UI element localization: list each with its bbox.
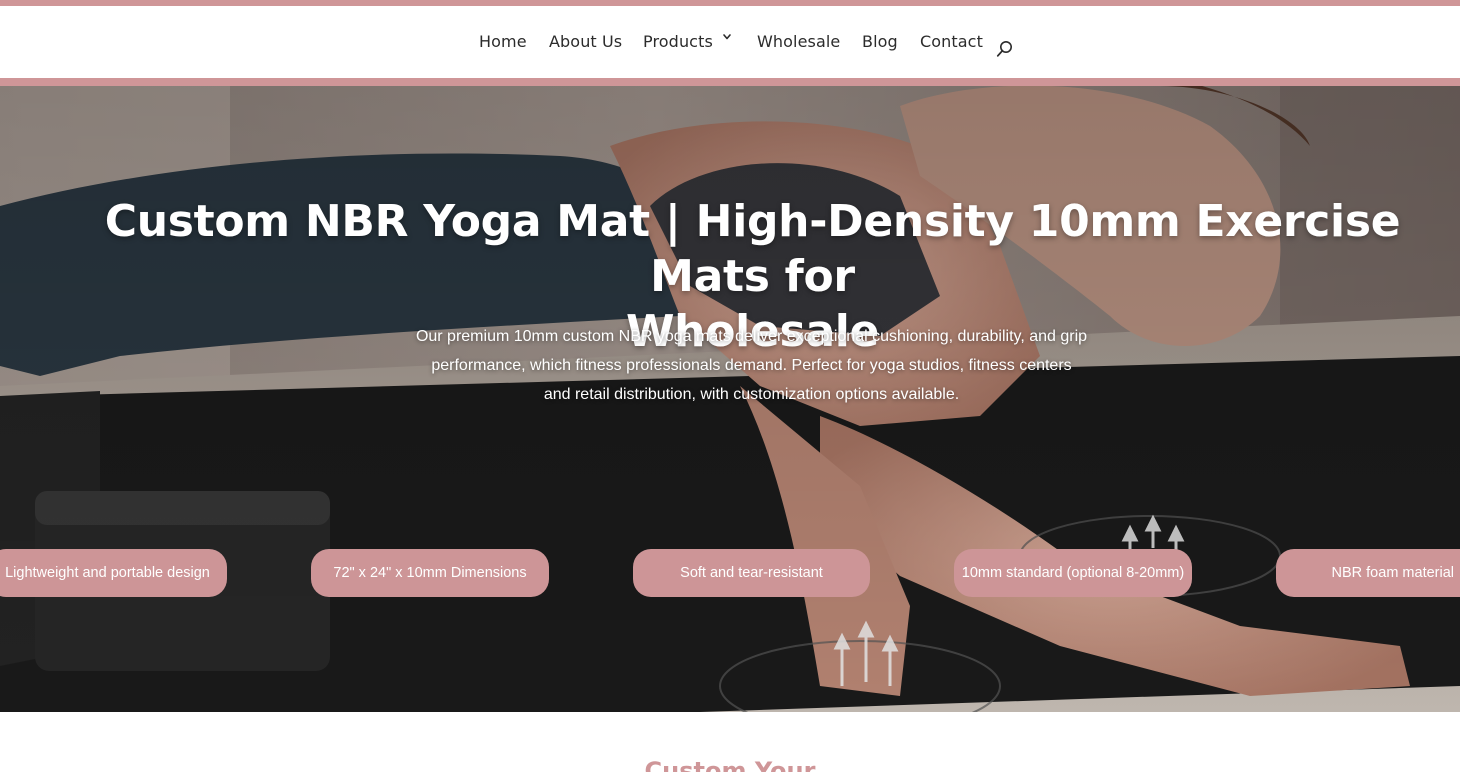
main-nav: Home About Us Products Wholesale Blog Co… xyxy=(0,6,1460,80)
hero-title-line1: Custom NBR Yoga Mat | High-Density 10mm … xyxy=(104,196,1401,302)
search-icon[interactable] xyxy=(996,40,1014,58)
hero-subtitle-line2: performance, which fitness professionals… xyxy=(431,357,1072,374)
section-title: Custom Your xyxy=(644,757,816,772)
hero-section: Custom NBR Yoga Mat | High-Density 10mm … xyxy=(0,86,1460,712)
nav-about-us[interactable]: About Us xyxy=(549,32,622,51)
feature-pill-dimensions[interactable]: 72" x 24" x 10mm Dimensions xyxy=(311,549,549,597)
feature-pill-material[interactable]: NBR foam material xyxy=(1276,549,1460,597)
feature-pill-thickness[interactable]: 10mm standard (optional 8-20mm) xyxy=(954,549,1192,597)
hero-subtitle: Our premium 10mm custom NBR yoga mats de… xyxy=(410,322,1093,409)
nav-wholesale[interactable]: Wholesale xyxy=(757,32,840,51)
nav-home[interactable]: Home xyxy=(479,32,527,51)
nav-blog[interactable]: Blog xyxy=(862,32,898,51)
feature-pill-soft[interactable]: Soft and tear-resistant xyxy=(633,549,870,597)
nav-products[interactable]: Products xyxy=(643,32,713,51)
hero-subtitle-line1: Our premium 10mm custom NBR yoga mats de… xyxy=(415,328,1088,345)
feature-pill-lightweight[interactable]: Lightweight and portable design xyxy=(0,549,227,597)
hero-subtitle-line3: and retail distribution, with customizat… xyxy=(543,386,960,403)
nav-contact[interactable]: Contact xyxy=(920,32,983,51)
chevron-down-icon[interactable] xyxy=(722,32,732,42)
customize-section: Custom Your xyxy=(0,712,1460,772)
site-header: Home About Us Products Wholesale Blog Co… xyxy=(0,6,1460,80)
